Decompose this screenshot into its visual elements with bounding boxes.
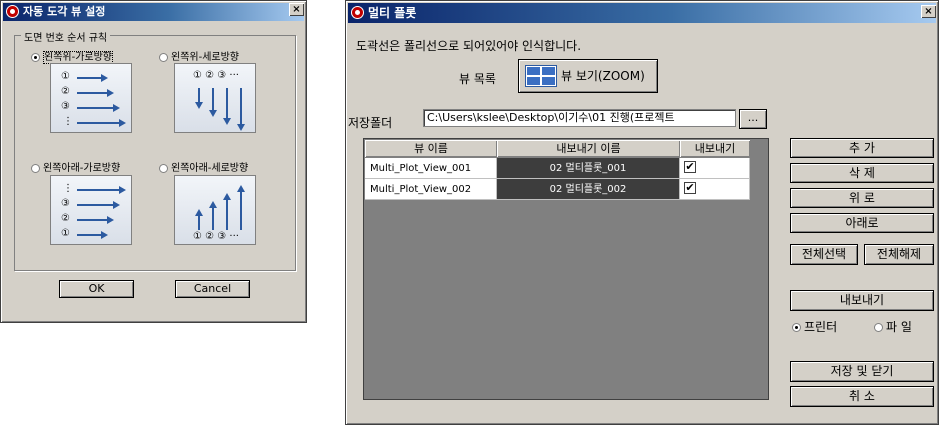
row1-view-name[interactable]: Multi_Plot_View_001 — [365, 158, 497, 179]
marker-3: ③ — [61, 101, 70, 112]
save-folder-field[interactable]: C:\Users\kslee\Desktop\이기수\01 진행(프로젝트 — [423, 109, 736, 127]
radio-printer[interactable] — [792, 323, 801, 332]
radio-bottom-left-horizontal[interactable] — [31, 163, 40, 173]
dialog2-close-button[interactable]: × — [921, 5, 936, 18]
export-button[interactable]: 내보내기 — [790, 290, 934, 311]
radio-top-left-horizontal[interactable] — [31, 52, 40, 62]
marker-1: ① — [61, 228, 70, 239]
multi-plot-dialog: 멀티 플롯 × 도곽선은 폴리선으로 되어있어야 인식합니다. 뷰 목록 뷰 보… — [345, 0, 939, 425]
marker-more: ⋮ — [63, 183, 73, 194]
view-zoom-button[interactable]: 뷰 보기(ZOOM) — [518, 59, 658, 93]
row2-export-name[interactable]: 02 멀티플롯_002 — [497, 179, 680, 200]
col-header-export-name[interactable]: 내보내기 이름 — [497, 140, 680, 157]
move-down-button[interactable]: 아래로 — [790, 213, 934, 233]
view-grid-icon — [525, 65, 557, 87]
dialog2-title: 멀티 플롯 — [368, 6, 417, 20]
marker-3: ③ — [61, 198, 70, 209]
marker-2: ② — [61, 213, 70, 224]
row2-export-checkbox[interactable]: ✔ — [684, 182, 696, 194]
marker-row: ① ② ③ ··· — [193, 231, 239, 242]
marker-more: ⋮ — [63, 116, 73, 127]
cancel-button[interactable]: 취 소 — [790, 386, 934, 407]
col-header-view-name[interactable]: 뷰 이름 — [365, 140, 497, 157]
radio-file[interactable] — [874, 323, 883, 332]
option-bottom-left-horizontal[interactable]: 왼쪽아래-가로방향 — [31, 159, 120, 174]
dialog2-titlebar: 멀티 플롯 — [348, 3, 936, 23]
app-icon — [6, 5, 19, 18]
preview-top-left-horizontal: ① ② ③ ⋮ — [50, 63, 132, 133]
preview-top-left-vertical: ① ② ③ ··· — [174, 63, 256, 133]
browse-folder-button[interactable]: ... — [739, 109, 767, 129]
dialog1-title: 자동 도각 뷰 설정 — [23, 5, 106, 18]
delete-button[interactable]: 삭 제 — [790, 163, 934, 183]
view-table[interactable]: 뷰 이름 내보내기 이름 내보내기 Multi_Plot_View_001 02… — [363, 138, 769, 400]
output-printer-option[interactable]: 프린터 — [792, 318, 837, 335]
add-button[interactable]: 추 가 — [790, 138, 934, 158]
option-top-left-vertical-label: 왼쪽위-세로방향 — [171, 52, 240, 63]
marker-1: ① — [61, 71, 70, 82]
select-all-button[interactable]: 전체선택 — [790, 244, 858, 265]
move-up-button[interactable]: 위 로 — [790, 188, 934, 208]
view-zoom-label: 뷰 보기(ZOOM) — [561, 69, 645, 83]
marker-2: ② — [61, 86, 70, 97]
deselect-all-button[interactable]: 전체해제 — [864, 244, 934, 265]
option-bottom-left-vertical[interactable]: 왼쪽아래-세로방향 — [159, 159, 248, 174]
view-list-label: 뷰 목록 — [459, 72, 496, 86]
numbering-order-group-label: 도면 번호 순서 규칙 — [21, 29, 111, 44]
arrows-vertical-down-icon — [195, 88, 245, 131]
app-icon — [351, 6, 364, 19]
preview-bottom-left-horizontal: ⋮ ③ ② ① — [50, 175, 132, 245]
save-folder-label: 저장폴더 — [348, 116, 393, 130]
file-label: 파 일 — [886, 320, 912, 334]
output-file-option[interactable]: 파 일 — [874, 318, 912, 335]
row2-view-name[interactable]: Multi_Plot_View_002 — [365, 179, 497, 200]
row2-export-cell[interactable]: ✔ — [680, 179, 750, 200]
preview-bottom-left-vertical: ① ② ③ ··· — [174, 175, 256, 245]
dialog1-close-button[interactable]: × — [289, 3, 304, 16]
polyline-notice: 도곽선은 폴리선으로 되어있어야 인식합니다. — [356, 39, 582, 53]
ok-button[interactable]: OK — [59, 280, 134, 298]
option-bottom-left-vertical-label: 왼쪽아래-세로방향 — [171, 163, 249, 174]
option-top-left-horizontal[interactable]: 왼쪽위-가로방향 — [31, 48, 114, 64]
cancel-button[interactable]: Cancel — [175, 280, 250, 298]
auto-view-settings-dialog: 자동 도각 뷰 설정 × 도면 번호 순서 규칙 왼쪽위-가로방향 ① ② ③ … — [0, 0, 307, 323]
printer-label: 프린터 — [804, 320, 838, 334]
dialog1-titlebar: 자동 도각 뷰 설정 — [3, 3, 304, 21]
save-and-close-button[interactable]: 저장 및 닫기 — [790, 361, 934, 382]
row1-export-checkbox[interactable]: ✔ — [684, 161, 696, 173]
radio-bottom-left-vertical[interactable] — [159, 163, 168, 173]
row1-export-cell[interactable]: ✔ — [680, 158, 750, 179]
option-bottom-left-horizontal-label: 왼쪽아래-가로방향 — [43, 163, 121, 174]
option-top-left-vertical[interactable]: 왼쪽위-세로방향 — [159, 48, 239, 63]
col-header-export[interactable]: 내보내기 — [680, 140, 750, 157]
row1-export-name[interactable]: 02 멀티플롯_001 — [497, 158, 680, 179]
radio-top-left-vertical[interactable] — [159, 52, 168, 62]
